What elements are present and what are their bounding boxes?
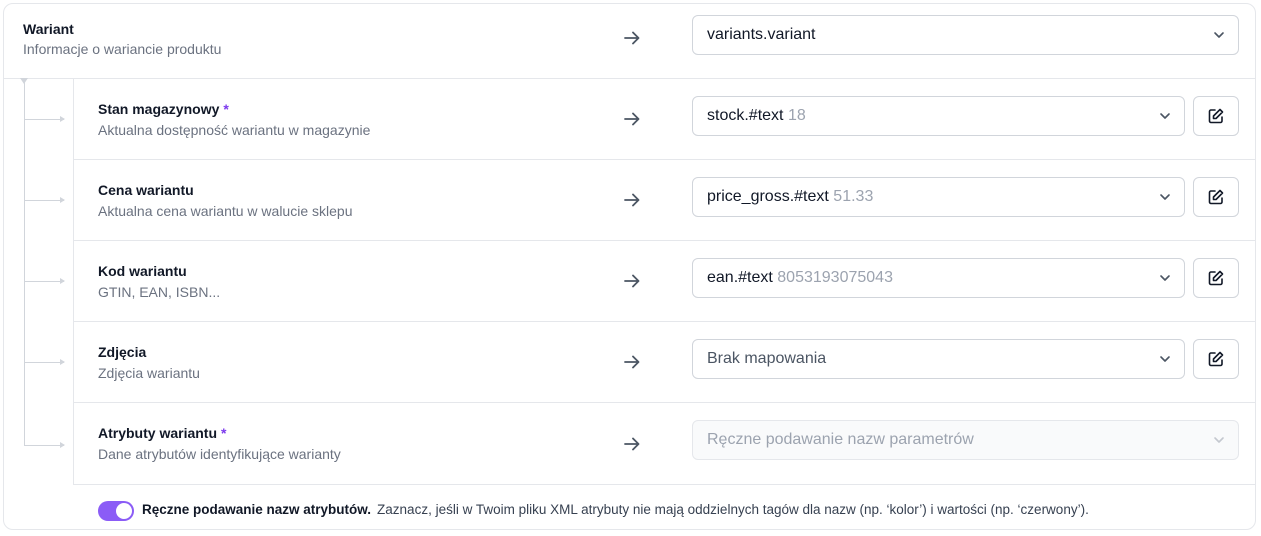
chevron-down-icon xyxy=(1160,356,1170,362)
manual-attribute-names-toggle[interactable] xyxy=(98,501,134,521)
nested-left-border xyxy=(73,79,74,484)
code-edit-button[interactable] xyxy=(1193,258,1239,298)
tree-branch xyxy=(24,278,65,284)
variant-title: Wariant xyxy=(23,21,74,37)
field-description: Aktualna cena wariantu w walucie sklepu xyxy=(98,203,353,219)
toggle-hint: Zaznacz, jeśli w Twoim pliku XML atrybut… xyxy=(377,502,1089,517)
toggle-knob xyxy=(116,503,132,519)
mapping-value: price_gross.#text xyxy=(707,188,829,205)
field-title: Stan magazynowy xyxy=(98,101,220,117)
sample-value: 8053193075043 xyxy=(777,269,893,286)
arrow-right-icon xyxy=(624,112,640,126)
edit-icon xyxy=(1208,108,1224,124)
tree-branch xyxy=(24,197,65,203)
row-divider xyxy=(73,484,1255,485)
code-mapping-select[interactable]: ean.#text 8053193075043 xyxy=(692,258,1185,298)
row-divider xyxy=(73,402,1255,403)
tree-branch xyxy=(24,116,65,122)
field-title: Kod wariantu xyxy=(98,263,187,279)
arrow-right-icon xyxy=(624,31,640,45)
required-marker: * xyxy=(223,101,229,117)
arrow-right-icon xyxy=(624,355,640,369)
price-mapping-select[interactable]: price_gross.#text 51.33 xyxy=(692,177,1185,217)
field-description: GTIN, EAN, ISBN... xyxy=(98,284,221,300)
edit-icon xyxy=(1208,189,1224,205)
chevron-down-icon xyxy=(1214,32,1224,38)
chevron-down-icon xyxy=(1160,194,1170,200)
variant-description: Informacje o wariancie produktu xyxy=(23,41,222,57)
field-title: Zdjęcia xyxy=(98,344,147,360)
images-mapping-select[interactable]: Brak mapowania xyxy=(692,339,1185,379)
chevron-down-icon xyxy=(1214,437,1224,443)
tree-trunk xyxy=(24,82,25,446)
stock-mapping-select[interactable]: stock.#text 18 xyxy=(692,96,1185,136)
field-description: Aktualna dostępność wariantu w magazynie xyxy=(98,122,371,138)
mapping-value: stock.#text xyxy=(707,107,784,124)
row-divider xyxy=(73,159,1255,160)
field-description: Zdjęcia wariantu xyxy=(98,365,200,381)
mapping-value: ean.#text xyxy=(707,269,773,286)
edit-icon xyxy=(1208,351,1224,367)
toggle-label-bold: Ręczne podawanie nazw atrybutów. xyxy=(142,502,372,517)
arrow-right-icon xyxy=(624,437,640,451)
tree-branch xyxy=(24,359,65,365)
row-divider xyxy=(73,240,1255,241)
stock-edit-button[interactable] xyxy=(1193,96,1239,136)
tree-branch xyxy=(24,442,65,448)
variant-mapping-card: Wariant Informacje o wariancie produktu … xyxy=(3,3,1256,530)
header-divider xyxy=(4,78,1255,79)
price-edit-button[interactable] xyxy=(1193,177,1239,217)
field-title: Atrybuty wariantu xyxy=(98,425,218,441)
attributes-mapping-select[interactable]: Ręczne podawanie nazw parametrów xyxy=(692,420,1239,460)
chevron-down-icon xyxy=(1160,113,1170,119)
toggle-label: Ręczne podawanie nazw atrybutów. Zaznacz,… xyxy=(142,502,1089,517)
sample-value: 51.33 xyxy=(833,188,874,205)
edit-icon xyxy=(1208,270,1224,286)
row-divider xyxy=(73,321,1255,322)
images-edit-button[interactable] xyxy=(1193,339,1239,379)
required-marker: * xyxy=(221,425,227,441)
variant-mapping-value: variants.variant xyxy=(707,26,816,43)
field-title: Cena wariantu xyxy=(98,182,194,198)
variant-mapping-select[interactable]: variants.variant xyxy=(692,15,1239,55)
field-description: Dane atrybutów identyfikujące warianty xyxy=(98,446,341,462)
arrow-right-icon xyxy=(624,274,640,288)
chevron-down-icon xyxy=(1160,275,1170,281)
mapping-value: Ręczne podawanie nazw parametrów xyxy=(707,431,974,448)
sample-value: 18 xyxy=(787,107,806,124)
mapping-value: Brak mapowania xyxy=(707,350,827,367)
arrow-right-icon xyxy=(624,193,640,207)
